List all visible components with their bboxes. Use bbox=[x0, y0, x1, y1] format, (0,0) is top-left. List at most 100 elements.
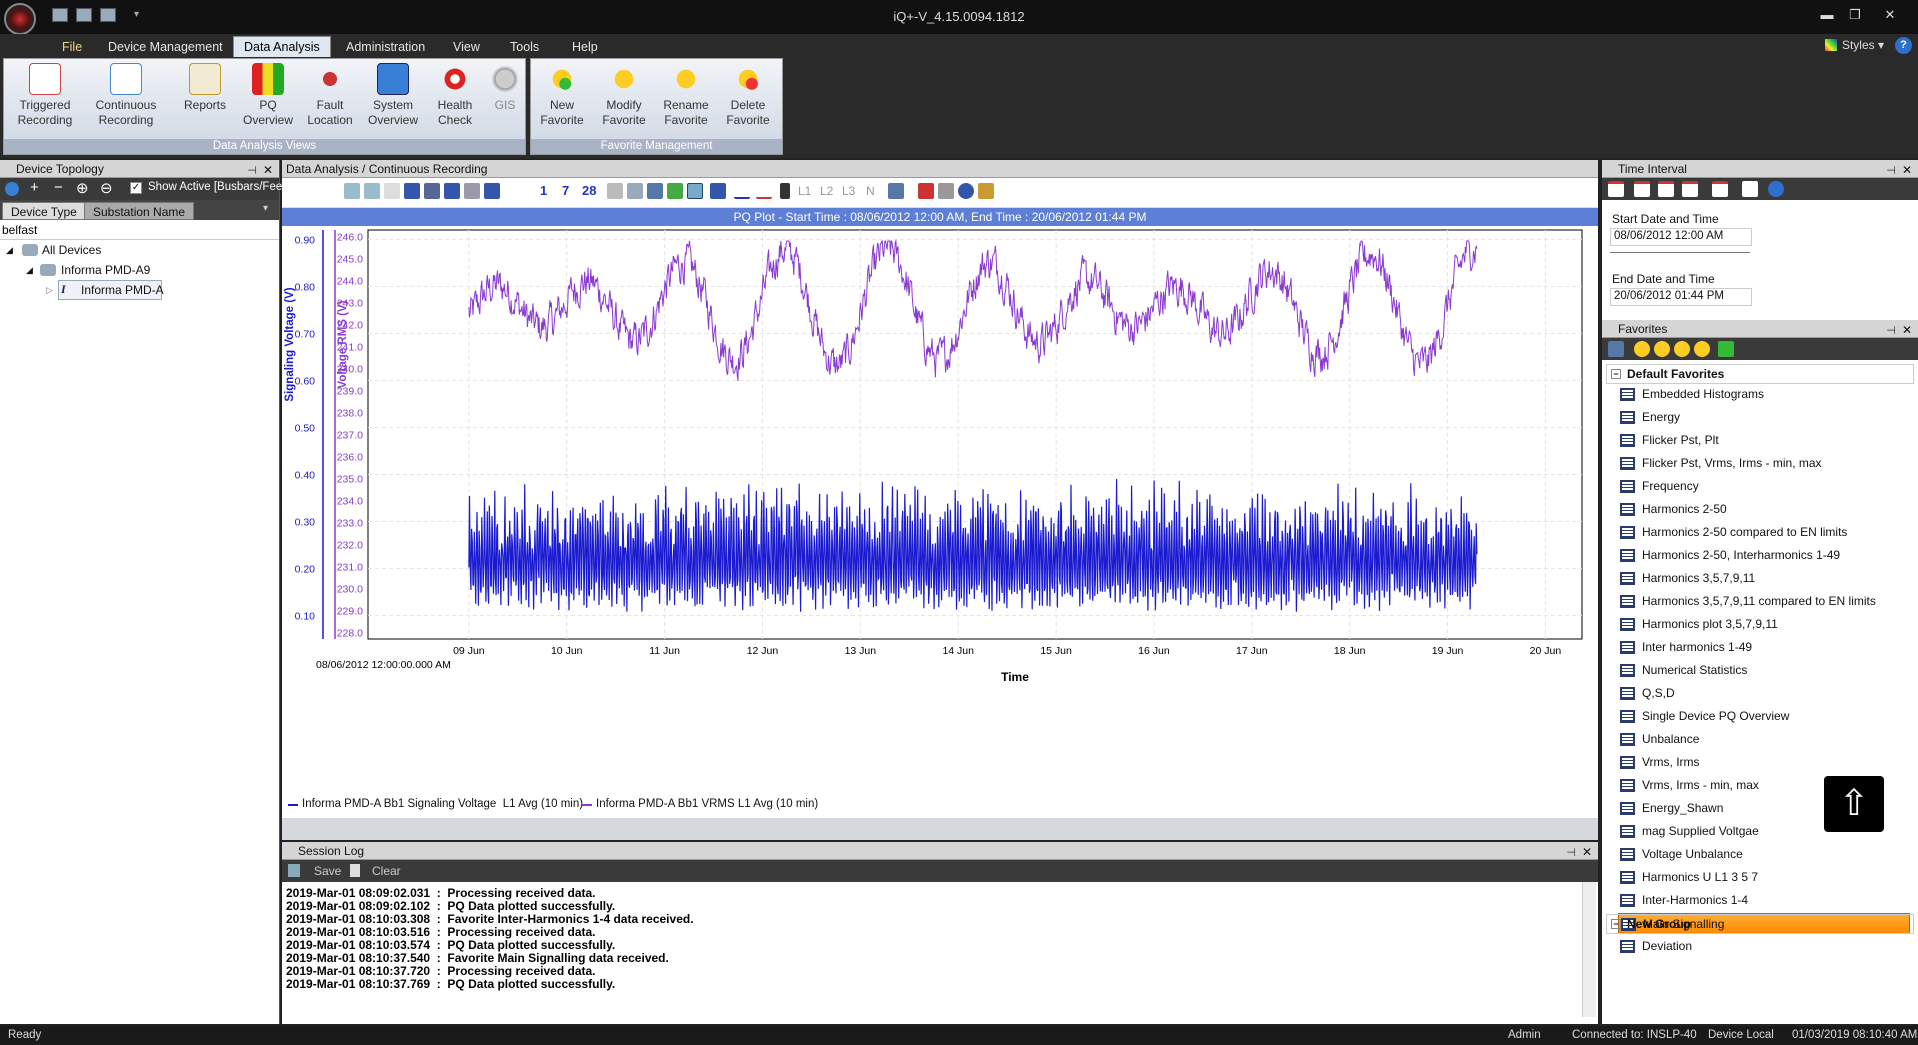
tree-item-informa-pmd-a9[interactable]: Informa PMD-A9 bbox=[61, 263, 150, 277]
calendar-1-day-icon[interactable] bbox=[1634, 181, 1650, 197]
new-favorite-button[interactable]: New Favorite bbox=[531, 63, 593, 128]
favorite-item[interactable]: Inter harmonics 1-49 bbox=[1618, 637, 1910, 658]
add-icon[interactable]: + bbox=[30, 179, 39, 196]
show-active-checkbox[interactable]: ✓ bbox=[130, 182, 142, 194]
help-icon[interactable] bbox=[958, 183, 974, 199]
add-favorite-icon[interactable] bbox=[1634, 341, 1650, 357]
tree-expander-icon[interactable]: ◢ bbox=[6, 245, 13, 256]
maximize-button[interactable]: ❐ bbox=[1842, 5, 1868, 25]
print-icon[interactable] bbox=[607, 183, 623, 199]
start-date-field[interactable]: 08/06/2012 12:00 AM bbox=[1610, 228, 1752, 246]
image-icon[interactable] bbox=[647, 183, 663, 199]
continuous-recording-button[interactable]: Continuous Recording bbox=[95, 63, 157, 128]
rename-favorite-icon[interactable] bbox=[1674, 341, 1690, 357]
help-icon[interactable] bbox=[1768, 181, 1784, 197]
close-icon[interactable]: ✕ bbox=[1902, 161, 1912, 179]
zoom-icon[interactable] bbox=[384, 183, 400, 199]
favorite-item[interactable]: Inter-Harmonics 1-4 bbox=[1618, 890, 1910, 911]
favorite-item[interactable]: Harmonics 3,5,7,9,11 compared to EN limi… bbox=[1618, 591, 1910, 612]
favorite-item[interactable]: Flicker Pst, Plt bbox=[1618, 430, 1910, 451]
sync-cursor-icon[interactable] bbox=[710, 183, 726, 199]
apply-favorite-icon[interactable] bbox=[1718, 341, 1734, 357]
undo-zoom-icon[interactable] bbox=[667, 183, 683, 199]
phase-l2-button[interactable]: L2 bbox=[820, 184, 833, 198]
remove-favorite-icon[interactable] bbox=[1694, 341, 1710, 357]
layout-dropdown-icon[interactable] bbox=[888, 183, 904, 199]
chart-scroll-area[interactable] bbox=[282, 818, 1598, 840]
favorite-item[interactable]: Single Device PQ Overview bbox=[1618, 706, 1910, 727]
collapse-all-icon[interactable]: ⊖ bbox=[100, 179, 113, 197]
save-button[interactable]: Save bbox=[314, 864, 341, 878]
clear-button[interactable]: Clear bbox=[372, 864, 401, 878]
favorite-item[interactable]: Harmonics 2-50 compared to EN limits bbox=[1618, 522, 1910, 543]
favorite-item[interactable]: Embedded Histograms bbox=[1618, 384, 1910, 405]
favorite-item[interactable]: Q,S,D bbox=[1618, 683, 1910, 704]
expand-all-icon[interactable]: ⊕ bbox=[76, 179, 89, 197]
log-scrollbar[interactable] bbox=[1582, 882, 1596, 1017]
favorite-item[interactable]: Unbalance bbox=[1618, 729, 1910, 750]
range-28-day-button[interactable]: 28 bbox=[582, 183, 596, 198]
menu-administration[interactable]: Administration bbox=[336, 37, 435, 58]
favorite-item[interactable]: Voltage Unbalance bbox=[1618, 844, 1910, 865]
tab-device-type[interactable]: Device Type bbox=[2, 202, 86, 220]
pq-overview-button[interactable]: PQ Overview bbox=[237, 63, 299, 128]
phase-n-button[interactable]: N bbox=[866, 184, 875, 198]
close-icon[interactable]: ✕ bbox=[1902, 321, 1912, 339]
cursor-icon[interactable] bbox=[444, 183, 460, 199]
menu-tools[interactable]: Tools bbox=[500, 37, 549, 58]
calendar-custom-icon[interactable] bbox=[1712, 181, 1728, 197]
menu-device-management[interactable]: Device Management bbox=[98, 37, 233, 58]
system-overview-button[interactable]: System Overview bbox=[362, 63, 424, 128]
menu-help[interactable]: Help bbox=[562, 37, 608, 58]
calendar-31-day-icon[interactable] bbox=[1682, 181, 1698, 197]
export-icon[interactable] bbox=[344, 183, 360, 199]
save-image-icon[interactable] bbox=[978, 183, 994, 199]
range-7-day-button[interactable]: 7 bbox=[562, 183, 569, 198]
favorite-item[interactable]: Harmonics U L1 3 5 7 bbox=[1618, 867, 1910, 888]
copy-icon[interactable] bbox=[364, 183, 380, 199]
tree-expander-icon[interactable]: ▷ bbox=[46, 285, 53, 296]
styles-dropdown[interactable]: Styles ▾ bbox=[1824, 38, 1884, 52]
favorite-item[interactable]: Harmonics 3,5,7,9,11 bbox=[1618, 568, 1910, 589]
menu-data-analysis[interactable]: Data Analysis bbox=[233, 36, 331, 57]
help-icon[interactable]: ? bbox=[1895, 37, 1912, 54]
close-icon[interactable]: ✕ bbox=[1582, 843, 1592, 861]
markers-icon[interactable] bbox=[464, 183, 480, 199]
y-axis-icon[interactable] bbox=[484, 183, 500, 199]
favorites-grid-icon[interactable] bbox=[1608, 341, 1624, 357]
menu-file[interactable]: File bbox=[52, 37, 92, 58]
close-window-button[interactable]: ✕ bbox=[1870, 5, 1910, 25]
range-1-day-button[interactable]: 1 bbox=[540, 183, 547, 198]
group-new-group[interactable]: − New Group bbox=[1606, 914, 1914, 934]
edit-favorite-icon[interactable] bbox=[1654, 341, 1670, 357]
grid-toggle-icon[interactable] bbox=[687, 183, 703, 199]
collapse-icon[interactable]: − bbox=[1611, 919, 1621, 929]
favorite-item[interactable]: Flicker Pst, Vrms, Irms - min, max bbox=[1618, 453, 1910, 474]
favorite-item[interactable]: Energy bbox=[1618, 407, 1910, 428]
remove-icon[interactable]: − bbox=[54, 179, 63, 196]
pan-icon[interactable] bbox=[404, 183, 420, 199]
gis-button[interactable]: GIS bbox=[474, 63, 536, 113]
crosshair-icon[interactable] bbox=[918, 183, 934, 199]
modify-favorite-button[interactable]: Modify Favorite bbox=[593, 63, 655, 128]
print-preview-icon[interactable] bbox=[627, 183, 643, 199]
upload-icon[interactable]: ⇧ bbox=[1824, 776, 1884, 832]
favorite-item[interactable]: Harmonics 2-50 bbox=[1618, 499, 1910, 520]
favorite-item[interactable]: Deviation bbox=[1618, 936, 1910, 957]
phase-l3-button[interactable]: L3 bbox=[842, 184, 855, 198]
select-icon[interactable] bbox=[780, 183, 790, 199]
triggered-recording-button[interactable]: Triggered Recording bbox=[14, 63, 76, 128]
group-default-favorites[interactable]: − Default Favorites bbox=[1606, 364, 1914, 384]
search-input[interactable] bbox=[2, 221, 276, 239]
refresh-icon[interactable] bbox=[5, 182, 19, 196]
tree-item-all-devices[interactable]: All Devices bbox=[42, 243, 101, 257]
tabs-dropdown-icon[interactable]: ▾ bbox=[263, 203, 268, 214]
table-icon[interactable] bbox=[938, 183, 954, 199]
fit-icon[interactable] bbox=[424, 183, 440, 199]
reports-button[interactable]: Reports bbox=[174, 63, 236, 113]
tab-substation-name[interactable]: Substation Name bbox=[84, 202, 195, 220]
calendar-7-day-icon[interactable] bbox=[1658, 181, 1674, 197]
calendar-icon[interactable] bbox=[1608, 181, 1624, 197]
pq-plot-chart[interactable]: 09 Jun 10 Jun 11 Jun 12 Jun 13 Jun 14 Jun 15 J… bbox=[282, 226, 1598, 796]
favorite-item[interactable]: Vrms, Irms bbox=[1618, 752, 1910, 773]
